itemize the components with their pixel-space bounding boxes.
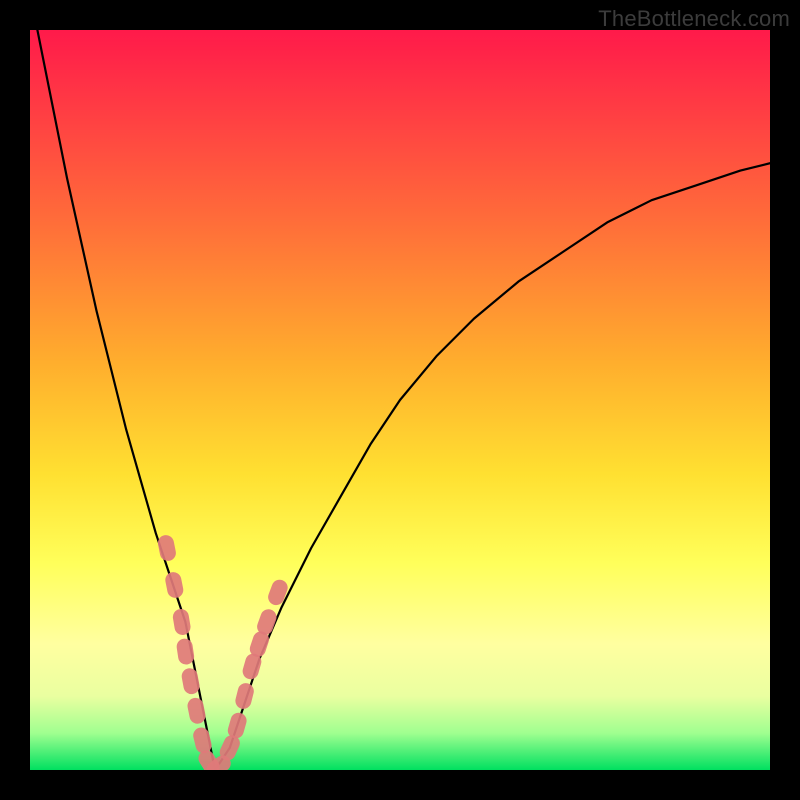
highlight-dot bbox=[266, 577, 290, 607]
bottleneck-curve bbox=[37, 30, 770, 770]
highlight-dot bbox=[176, 638, 196, 666]
highlight-dot bbox=[234, 681, 256, 710]
highlight-dot bbox=[164, 571, 185, 600]
highlight-dot bbox=[186, 696, 207, 725]
chart-svg bbox=[30, 30, 770, 770]
highlight-dot bbox=[157, 534, 178, 563]
chart-plot-area bbox=[30, 30, 770, 770]
chart-frame: TheBottleneck.com bbox=[0, 0, 800, 800]
highlight-dot bbox=[172, 608, 192, 636]
watermark-text: TheBottleneck.com bbox=[598, 6, 790, 32]
highlight-dot bbox=[180, 667, 201, 695]
